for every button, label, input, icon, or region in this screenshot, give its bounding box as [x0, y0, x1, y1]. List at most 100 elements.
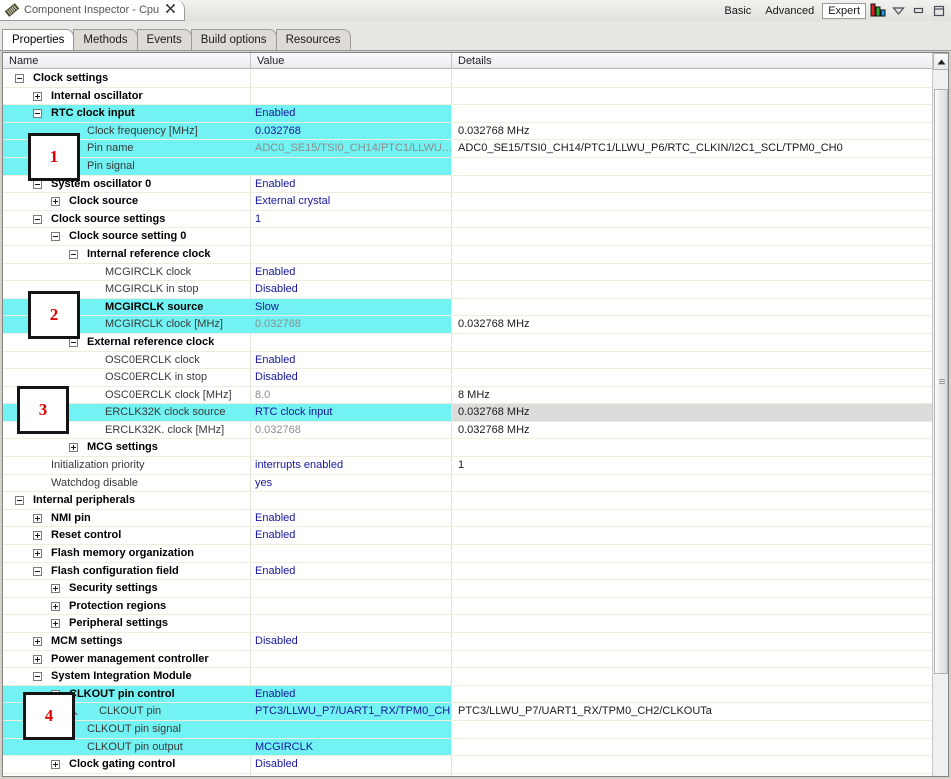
table-row[interactable]: Reset control Enabled — [3, 527, 948, 546]
cell-name[interactable]: Reset control — [3, 527, 251, 545]
scroll-up-button[interactable] — [933, 53, 948, 70]
cell-value[interactable] — [251, 668, 452, 685]
column-header-value[interactable]: Value — [251, 53, 452, 68]
cell-name[interactable]: Peripheral settings — [3, 615, 251, 632]
table-row[interactable]: MCGIRCLK source Slow — [3, 298, 948, 317]
expand-icon[interactable] — [33, 91, 42, 101]
cell-value[interactable] — [251, 492, 452, 509]
table-row[interactable]: Clock source External crystal — [3, 193, 948, 211]
table-row[interactable]: ERCLK32K. clock [MHz] 0.032768 0.032768 MH… — [3, 421, 948, 440]
cell-value[interactable]: Disabled — [251, 633, 452, 650]
cell-value[interactable]: Disabled — [251, 756, 452, 773]
cell-value[interactable] — [251, 245, 452, 263]
cell-value[interactable] — [251, 650, 452, 668]
table-row[interactable]: Flash memory organization — [3, 545, 948, 563]
cell-value[interactable] — [251, 597, 452, 615]
collapse-icon[interactable] — [15, 496, 24, 506]
cell-name[interactable]: Flash memory organization — [3, 545, 251, 562]
cell-value[interactable]: RTC clock input — [251, 404, 452, 421]
table-row[interactable]: MCGIRCLK clock [MHz] 0.032768 0.032768 MHz — [3, 316, 948, 334]
cell-name[interactable]: Clock settings — [3, 70, 251, 87]
tab-events[interactable]: Events — [136, 29, 192, 50]
table-row[interactable]: Pin signal — [3, 157, 948, 176]
table-row[interactable]: NMI pin Enabled — [3, 509, 948, 528]
column-header-details[interactable]: Details — [452, 53, 948, 68]
collapse-icon[interactable] — [33, 566, 42, 576]
cell-value[interactable]: yes — [251, 474, 452, 492]
view-menu-icon[interactable] — [889, 2, 907, 19]
collapse-icon[interactable] — [15, 74, 24, 83]
cell-name[interactable]: System Integration Module — [3, 668, 251, 685]
table-row[interactable]: Internal oscillator — [3, 87, 948, 106]
expand-icon[interactable] — [51, 601, 60, 611]
table-row[interactable]: System oscillator 0 Enabled — [3, 175, 948, 194]
vertical-scrollbar[interactable] — [932, 53, 948, 776]
expand-icon[interactable] — [33, 531, 42, 541]
table-row[interactable]: MCM settings Disabled — [3, 633, 948, 651]
cell-value[interactable]: interrupts enabled — [251, 457, 452, 474]
cell-name[interactable]: Internal oscillator — [3, 87, 251, 105]
table-row[interactable]: CPU interrupts/resets — [3, 773, 948, 776]
cell-name[interactable]: CLKOUT pin output — [3, 738, 251, 756]
cell-name[interactable]: MCM settings — [3, 633, 251, 650]
collapse-icon[interactable] — [69, 337, 78, 347]
table-row[interactable]: External reference clock — [3, 333, 948, 352]
expand-icon[interactable] — [51, 760, 60, 770]
cell-value[interactable]: ADC0_SE15/TSI0_CH14/PTC1/LLWU… — [251, 140, 452, 157]
level-advanced-button[interactable]: Advanced — [759, 4, 820, 18]
table-row[interactable]: Internal reference clock — [3, 245, 948, 264]
level-expert-button[interactable]: Expert — [822, 2, 866, 19]
table-row[interactable]: CLKOUT pin control Enabled — [3, 685, 948, 704]
cell-value[interactable]: Disabled — [251, 281, 452, 298]
table-row[interactable]: Security settings — [3, 580, 948, 598]
cell-name[interactable]: RTC clock input — [3, 105, 251, 122]
cell-name[interactable]: Internal reference clock — [3, 245, 251, 263]
table-row[interactable]: System Integration Module — [3, 668, 948, 686]
table-row[interactable]: Watchdog disable yes — [3, 474, 948, 493]
expand-icon[interactable] — [33, 549, 42, 559]
cell-name[interactable]: Protection regions — [3, 597, 251, 615]
cell-value[interactable] — [251, 333, 452, 351]
expand-icon[interactable] — [33, 513, 42, 523]
cell-value[interactable] — [251, 580, 452, 597]
cell-name[interactable]: Clock gating control — [3, 756, 251, 773]
table-row[interactable]: Initialization priority interrupts enable… — [3, 457, 948, 475]
table-row[interactable]: CLKOUT pin signal — [3, 720, 948, 739]
collapse-icon[interactable] — [69, 249, 78, 259]
cell-name[interactable]: MCG settings — [3, 439, 251, 457]
cell-value[interactable]: Slow — [251, 298, 452, 316]
cell-value[interactable] — [251, 773, 452, 776]
table-row[interactable]: RTC clock input Enabled — [3, 105, 948, 123]
cell-value[interactable]: 1 — [251, 210, 452, 228]
cell-value[interactable] — [251, 720, 452, 738]
table-row[interactable]: Clock settings — [3, 70, 948, 88]
expand-icon[interactable] — [51, 619, 60, 629]
collapse-icon[interactable] — [33, 214, 42, 224]
table-row[interactable]: OSC0ERCLK clock Enabled — [3, 351, 948, 370]
table-row[interactable]: Flash configuration field Enabled — [3, 562, 948, 581]
collapse-icon[interactable] — [33, 109, 42, 119]
cell-name[interactable]: Clock source — [3, 193, 251, 210]
cell-value[interactable]: Enabled — [251, 509, 452, 527]
cell-value[interactable]: 0.032768 — [251, 316, 452, 333]
table-row[interactable]: Peripheral settings — [3, 615, 948, 633]
cell-value[interactable]: Enabled — [251, 562, 452, 580]
cell-value[interactable] — [251, 545, 452, 562]
tab-build-options[interactable]: Build options — [190, 29, 277, 50]
level-basic-button[interactable]: Basic — [718, 4, 757, 18]
cell-name[interactable]: Initialization priority — [3, 457, 251, 474]
cell-value[interactable]: Enabled — [251, 105, 452, 122]
expand-icon[interactable] — [33, 654, 42, 664]
cell-value[interactable] — [251, 157, 452, 175]
column-header-name[interactable]: Name — [3, 53, 251, 68]
cell-value[interactable]: Enabled — [251, 527, 452, 545]
cell-value[interactable] — [251, 615, 452, 632]
tab-resources[interactable]: Resources — [275, 29, 351, 50]
cell-value[interactable]: MCGIRCLK — [251, 738, 452, 756]
cell-value[interactable]: Enabled — [251, 351, 452, 369]
cell-value[interactable]: 8.0 — [251, 386, 452, 404]
cell-name[interactable]: OSC0ERCLK clock — [3, 351, 251, 369]
cell-value[interactable] — [251, 87, 452, 105]
table-row[interactable]: Pin name ADC0_SE15/TSI0_CH14/PTC1/LLWU… AD… — [3, 140, 948, 158]
bar-chart-icon[interactable] — [869, 2, 887, 19]
